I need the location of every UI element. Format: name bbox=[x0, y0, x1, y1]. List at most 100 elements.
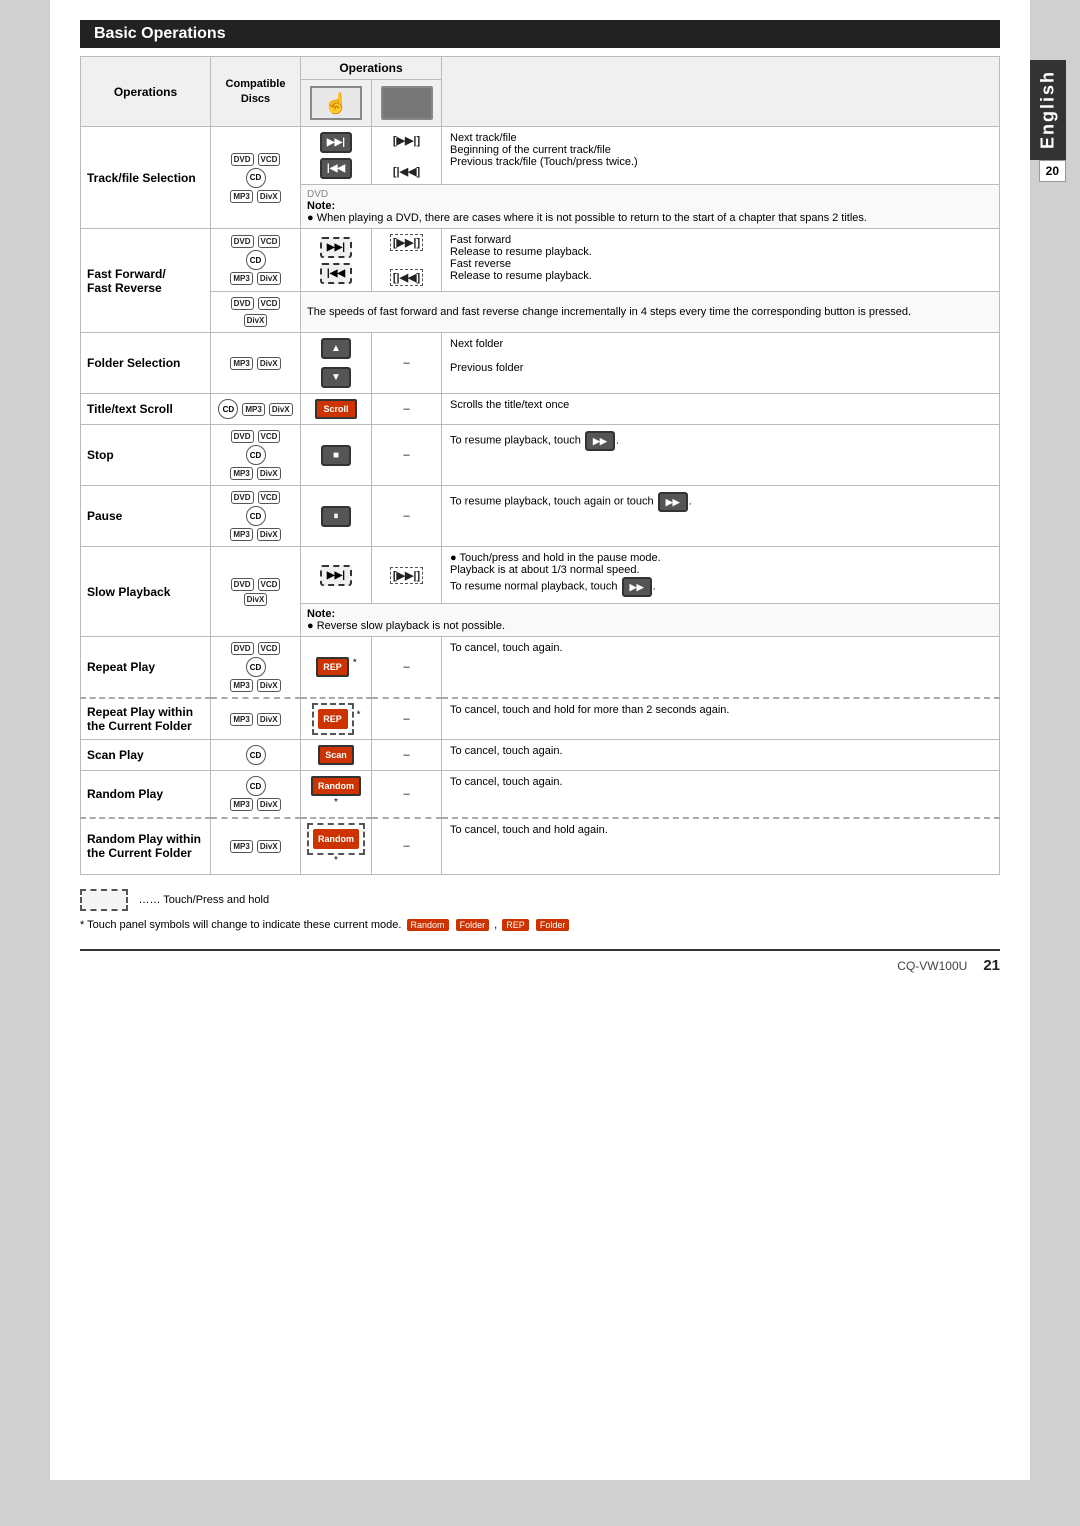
btn-random-play: Random * bbox=[301, 771, 372, 818]
desc-stop: To resume playback, touch ▶▶. bbox=[442, 425, 1000, 486]
btn-track-next: ▶▶| |◀◀ bbox=[301, 127, 372, 185]
desc-scan-play: To cancel, touch again. bbox=[442, 740, 1000, 771]
label-pause: Pause bbox=[81, 486, 211, 547]
dash-random-folder: – bbox=[372, 818, 442, 875]
desc-random-folder: To cancel, touch and hold again. bbox=[442, 818, 1000, 875]
dash-repeat: – bbox=[372, 637, 442, 699]
legend-text: …… Touch/Press and hold bbox=[138, 894, 269, 906]
section-title: Basic Operations bbox=[80, 20, 1000, 48]
btn-pause: ⏸ bbox=[301, 486, 372, 547]
discs-slow-pb: DVDVCD DivX bbox=[211, 547, 301, 637]
btn-scan-play: Scan bbox=[301, 740, 372, 771]
note-track: DVD Note: ● When playing a DVD, there ar… bbox=[301, 185, 1000, 229]
row-scan-play: Scan Play CD Scan – To cancel, touch aga… bbox=[81, 740, 1000, 771]
page-number2: 21 bbox=[983, 957, 1000, 974]
desc-pause: To resume playback, touch again or touch… bbox=[442, 486, 1000, 547]
row-random-folder: Random Play within the Current Folder MP… bbox=[81, 818, 1000, 875]
col-operations: Operations bbox=[81, 57, 211, 127]
col-compatible-label: Compatible Discs bbox=[217, 77, 294, 106]
label-repeat-folder: Repeat Play within the Current Folder bbox=[81, 698, 211, 740]
label-slow-pb: Slow Playback bbox=[81, 547, 211, 637]
desc-fast-fwd: Fast forward Release to resume playback.… bbox=[442, 229, 1000, 292]
desc-repeat-play: To cancel, touch again. bbox=[442, 637, 1000, 699]
label-stop: Stop bbox=[81, 425, 211, 486]
row-fast-note: DVDVCDDivX The speeds of fast forward an… bbox=[81, 292, 1000, 333]
footer-legend: …… Touch/Press and hold bbox=[80, 889, 1000, 911]
row-title-scroll: Title/text Scroll CDMP3DivX Scroll – Scr… bbox=[81, 394, 1000, 425]
discs-stop: DVDVCD CD MP3DivX bbox=[211, 425, 301, 486]
desc-folder: Next folder Previous folder bbox=[442, 333, 1000, 394]
language-tab: English bbox=[1030, 60, 1066, 160]
row-folder-sel: Folder Selection MP3DivX ▲ ▼ – Next fold… bbox=[81, 333, 1000, 394]
row-stop: Stop DVDVCD CD MP3DivX ■ – bbox=[81, 425, 1000, 486]
footnote-text: * Touch panel symbols will change to ind… bbox=[80, 919, 401, 931]
prev-track-btn: |◀◀ bbox=[320, 158, 352, 179]
badge-rep: REP bbox=[502, 919, 529, 931]
label-folder-sel: Folder Selection bbox=[81, 333, 211, 394]
desc-repeat-folder: To cancel, touch and hold for more than … bbox=[442, 698, 1000, 740]
label-random-folder: Random Play within the Current Folder bbox=[81, 818, 211, 875]
page-number: 20 bbox=[1046, 164, 1059, 178]
label-title-scroll: Title/text Scroll bbox=[81, 394, 211, 425]
btn-random-folder: Random * bbox=[301, 818, 372, 875]
label-repeat-play: Repeat Play bbox=[81, 637, 211, 699]
label-track-file: Track/file Selection bbox=[81, 127, 211, 229]
discs-fast-note: DVDVCDDivX bbox=[211, 292, 301, 333]
row-slow-pb: Slow Playback DVDVCD DivX ▶▶| [▶▶|] bbox=[81, 547, 1000, 604]
btn-fast-fwd: ▶▶| |◀◀ bbox=[301, 229, 372, 292]
col-description bbox=[442, 57, 1000, 127]
page-number-box: 20 bbox=[1039, 160, 1066, 182]
discs-track-file: DVDVCD CD MP3DivX bbox=[211, 127, 301, 229]
note-fast-fwd: The speeds of fast forward and fast reve… bbox=[301, 292, 1000, 333]
label-fast-fwd: Fast Forward/Fast Reverse bbox=[81, 229, 211, 333]
brand-text: CQ-VW100U bbox=[897, 959, 967, 973]
operations-table: Operations Compatible Discs Operations ☝ bbox=[80, 56, 1000, 875]
discs-fast-fwd: DVDVCD CD MP3DivX bbox=[211, 229, 301, 292]
row-fast-fwd: Fast Forward/Fast Reverse DVDVCD CD MP3D… bbox=[81, 229, 1000, 292]
note-slow-pb: Note: ● Reverse slow playback is not pos… bbox=[301, 604, 1000, 637]
dash-scroll: – bbox=[372, 394, 442, 425]
row-pause: Pause DVDVCD CD MP3DivX ⏸ – bbox=[81, 486, 1000, 547]
discs-scan-play: CD bbox=[211, 740, 301, 771]
badge-random-folder2: Folder bbox=[456, 919, 490, 931]
desc-slow-pb: ● Touch/press and hold in the pause mode… bbox=[442, 547, 1000, 604]
desc-track: Next track/file Beginning of the current… bbox=[442, 127, 1000, 185]
btn-stop: ■ bbox=[301, 425, 372, 486]
btn-scroll: Scroll bbox=[301, 394, 372, 425]
dash-scan: – bbox=[372, 740, 442, 771]
discs-random-folder: MP3DivX bbox=[211, 818, 301, 875]
bracket-track: [▶▶|] [|◀◀] bbox=[372, 127, 442, 185]
col-screen-icon bbox=[372, 80, 442, 127]
btn-repeat-play: REP * bbox=[301, 637, 372, 699]
dash-stop: – bbox=[372, 425, 442, 486]
dash-random: – bbox=[372, 771, 442, 818]
label-random-play: Random Play bbox=[81, 771, 211, 818]
btn-folder: ▲ ▼ bbox=[301, 333, 372, 394]
row-repeat-play: Repeat Play DVDVCD CD MP3DivX REP * bbox=[81, 637, 1000, 699]
btn-slow-pb: ▶▶| bbox=[301, 547, 372, 604]
language-tab-text: English bbox=[1038, 70, 1059, 149]
col-compatible-discs: Compatible Discs bbox=[211, 57, 301, 127]
col-operations-label: Operations bbox=[114, 85, 177, 99]
label-scan-play: Scan Play bbox=[81, 740, 211, 771]
dash-folder: – bbox=[372, 333, 442, 394]
dash-repeat-folder: – bbox=[372, 698, 442, 740]
header-operations-text: Operations bbox=[339, 61, 402, 75]
col-touch-icon: ☝ bbox=[301, 80, 372, 127]
footnote: * Touch panel symbols will change to ind… bbox=[80, 919, 1000, 931]
btn-repeat-folder: REP * bbox=[301, 698, 372, 740]
discs-pause: DVDVCD CD MP3DivX bbox=[211, 486, 301, 547]
discs-title-scroll: CDMP3DivX bbox=[211, 394, 301, 425]
discs-repeat-folder: MP3DivX bbox=[211, 698, 301, 740]
desc-random-play: To cancel, touch again. bbox=[442, 771, 1000, 818]
bracket-fast-fwd: [▶▶|] [|◀◀] bbox=[372, 229, 442, 292]
row-repeat-folder: Repeat Play within the Current Folder MP… bbox=[81, 698, 1000, 740]
bracket-slow-pb: [▶▶|] bbox=[372, 547, 442, 604]
row-track-file: Track/file Selection DVDVCD CD MP3DivX ▶… bbox=[81, 127, 1000, 185]
legend-dashed-box bbox=[80, 889, 128, 911]
discs-folder-sel: MP3DivX bbox=[211, 333, 301, 394]
next-track-btn: ▶▶| bbox=[320, 132, 352, 153]
badge-random-folder: Random bbox=[407, 919, 449, 931]
header-operations: Operations bbox=[301, 57, 442, 80]
discs-random-play: CD MP3DivX bbox=[211, 771, 301, 818]
